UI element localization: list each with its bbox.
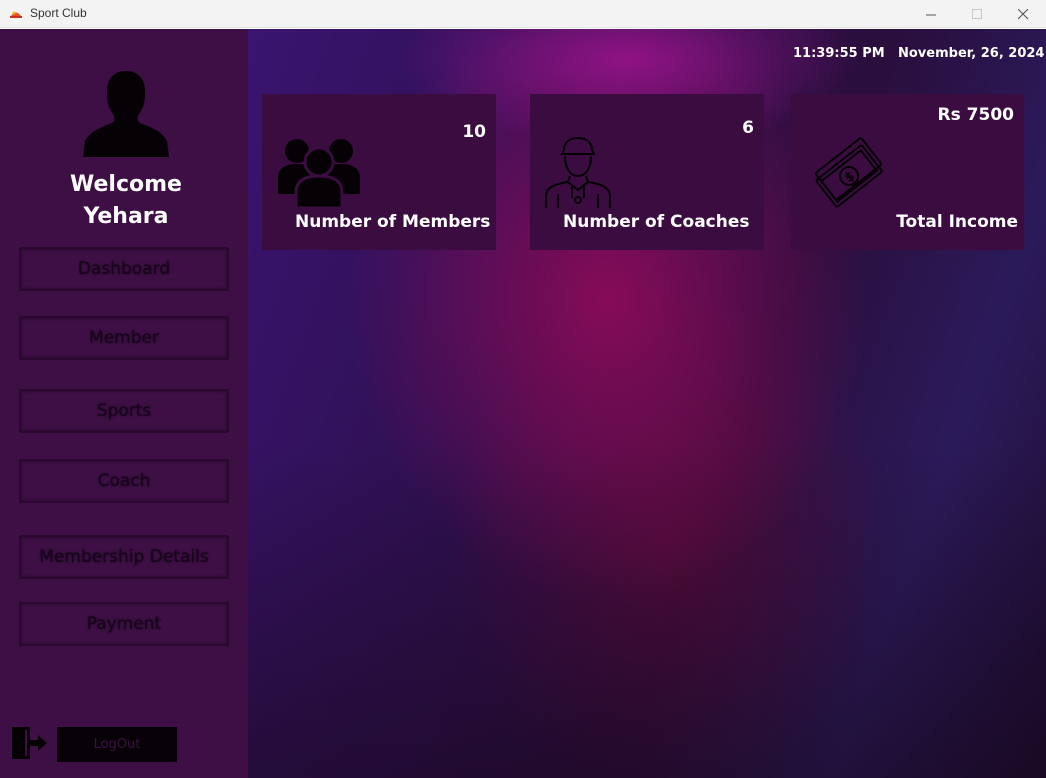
income-amount: Rs 7500 <box>937 105 1014 125</box>
maximize-button[interactable] <box>954 0 1000 28</box>
close-icon <box>1017 8 1028 19</box>
logout-button[interactable]: LogOut <box>57 727 177 762</box>
maximize-icon <box>971 8 982 19</box>
users-icon <box>278 139 360 208</box>
coaches-card: 6 Number of Coaches <box>530 94 764 250</box>
members-count: 10 <box>462 122 486 142</box>
username-label: Yehara <box>83 204 169 229</box>
window-titlebar: Sport Club <box>0 0 1046 28</box>
app-window: Welcome Yehara Dashboard Member Sports C… <box>0 29 1046 778</box>
close-button[interactable] <box>1000 0 1046 28</box>
logout-icon[interactable] <box>10 726 48 760</box>
current-date: November, 26, 2024 <box>898 46 1045 61</box>
sidebar: Welcome Yehara Dashboard Member Sports C… <box>0 29 248 778</box>
member-button[interactable]: Member <box>19 316 229 360</box>
dashboard-content: 11:39:55 PM November, 26, 2024 10 Number… <box>248 29 1046 778</box>
coach-icon <box>545 136 611 208</box>
window-title: Sport Club <box>30 6 87 20</box>
income-card: $ Rs 7500 Total Income <box>791 94 1024 250</box>
membership-details-button[interactable]: Membership Details <box>19 535 229 579</box>
coach-button[interactable]: Coach <box>19 459 229 503</box>
current-time: 11:39:55 PM <box>793 46 885 61</box>
payment-button[interactable]: Payment <box>19 602 229 646</box>
dashboard-button[interactable]: Dashboard <box>19 247 229 291</box>
members-label: Number of Members <box>295 212 491 232</box>
welcome-text: Welcome Yehara <box>0 169 252 233</box>
members-card: 10 Number of Members <box>262 94 496 250</box>
user-avatar-icon <box>83 71 169 157</box>
minimize-button[interactable] <box>908 0 954 28</box>
welcome-label: Welcome <box>70 172 182 197</box>
money-icon: $ <box>815 137 883 208</box>
coaches-count: 6 <box>742 118 754 138</box>
income-label: Total Income <box>896 212 1018 232</box>
coaches-label: Number of Coaches <box>563 212 750 232</box>
app-logo-icon <box>10 11 22 18</box>
minimize-icon <box>925 14 936 15</box>
sports-button[interactable]: Sports <box>19 389 229 433</box>
